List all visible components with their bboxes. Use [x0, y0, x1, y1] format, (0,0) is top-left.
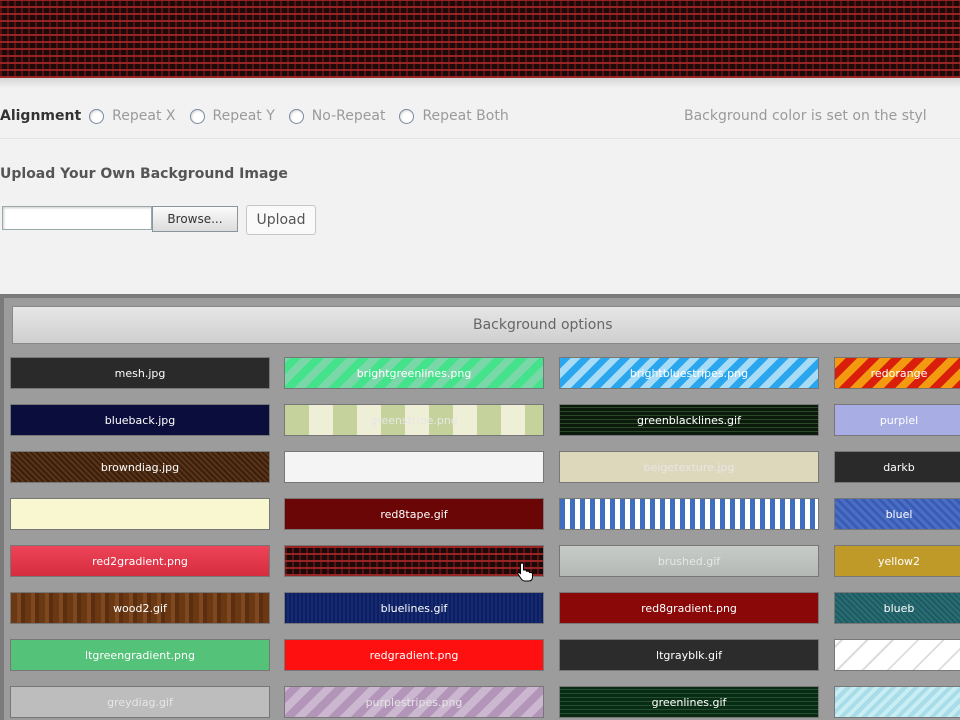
swatch-label: redgradient.png	[369, 648, 459, 662]
upload-title: Upload Your Own Background Image	[0, 166, 288, 182]
swatch-label: ltgreengradient.png	[85, 648, 195, 662]
radio-repeat-x[interactable]: Repeat X	[89, 108, 176, 124]
swatch-label: brightgreenlines.png	[356, 366, 472, 380]
radio-repeat-both[interactable]: Repeat Both	[399, 108, 509, 124]
background-swatch[interactable]: ltgreengradient.png	[10, 639, 270, 671]
background-swatch[interactable]: red2gradient.png	[10, 545, 270, 577]
background-swatch[interactable]: yellow2	[834, 545, 960, 577]
background-swatch[interactable]: blueback.jpg	[10, 404, 270, 436]
background-swatch[interactable]: greenblacklines.gif	[559, 404, 819, 436]
background-swatch[interactable]: greydiag.gif	[10, 686, 270, 718]
background-swatch[interactable]	[559, 498, 819, 530]
background-swatch[interactable]: brightbluestripes.png	[559, 357, 819, 389]
swatch-label: greenstripe.png	[370, 413, 458, 427]
background-swatch[interactable]: wood2.gif	[10, 592, 270, 624]
browse-button[interactable]: Browse...	[152, 206, 238, 232]
radio-no-repeat[interactable]: No-Repeat	[288, 108, 386, 124]
background-swatch[interactable]	[10, 498, 270, 530]
swatch-label: yellow2	[877, 554, 921, 568]
radio-label: No-Repeat	[311, 108, 386, 124]
background-swatch[interactable]: mesh.jpg	[10, 357, 270, 389]
swatch-label: ltgrayblk.gif	[656, 648, 722, 662]
radio-label: Repeat X	[112, 108, 176, 124]
background-swatch[interactable]: bluelines.gif	[284, 592, 544, 624]
background-swatch[interactable]: blueb	[834, 592, 960, 624]
swatch-label: mesh.jpg	[114, 366, 166, 380]
swatch-label: greenlines.gif	[651, 695, 727, 709]
banner-shadow	[0, 78, 960, 88]
background-swatch[interactable]: greenstripe.png	[284, 404, 544, 436]
swatch-label: wood2.gif	[113, 601, 167, 615]
swatch-label: darkb	[883, 460, 915, 474]
alignment-row: Alignment Repeat X Repeat Y No-Repeat Re…	[0, 98, 960, 134]
swatch-label: redorange	[870, 366, 928, 380]
panel-title: Background options	[12, 306, 960, 344]
swatch-label: browndiag.jpg	[100, 460, 180, 474]
swatch-label: greydiag.gif	[107, 695, 173, 709]
background-swatch[interactable]	[284, 451, 544, 483]
radio-repeat-y[interactable]: Repeat Y	[189, 108, 275, 124]
background-swatch[interactable]: darkb	[834, 451, 960, 483]
divider	[0, 138, 960, 139]
hand-cursor-icon	[517, 562, 533, 582]
swatch-label: brightbluestripes.png	[629, 366, 749, 380]
background-swatch[interactable]: red8tape.gif	[284, 498, 544, 530]
background-swatch[interactable]: browndiag.jpg	[10, 451, 270, 483]
radio-circle-icon[interactable]	[189, 108, 205, 124]
upload-button[interactable]: Upload	[246, 205, 316, 235]
radio-circle-icon[interactable]	[89, 108, 105, 124]
swatch-label: greenblacklines.gif	[637, 413, 741, 427]
background-color-note: Background color is set on the styl	[684, 108, 927, 124]
file-path-input[interactable]	[2, 206, 152, 230]
swatch-label: purplel	[879, 413, 919, 427]
background-swatch[interactable]	[834, 639, 960, 671]
swatch-label: beigetexture.jpg	[643, 460, 735, 474]
radio-circle-icon[interactable]	[399, 108, 415, 124]
background-swatch[interactable]: greenlines.gif	[559, 686, 819, 718]
background-swatch[interactable]	[834, 686, 960, 718]
swatch-label: bluelines.gif	[380, 601, 448, 615]
panel-title-text: Background options	[473, 317, 613, 333]
background-swatch[interactable]: brightgreenlines.png	[284, 357, 544, 389]
swatch-label: red8tape.gif	[380, 507, 448, 521]
background-preview-banner	[0, 0, 960, 78]
swatch-label: brushed.gif	[657, 554, 721, 568]
swatch-label: bluel	[885, 507, 913, 521]
background-swatch[interactable]: beigetexture.jpg	[559, 451, 819, 483]
background-swatch[interactable]: redgradient.png	[284, 639, 544, 671]
swatch-label: purplestripes.png	[365, 695, 463, 709]
swatch-label: blueb	[883, 601, 915, 615]
background-swatch[interactable]: bluel	[834, 498, 960, 530]
background-swatch[interactable]	[284, 545, 544, 577]
radio-label: Repeat Both	[422, 108, 509, 124]
background-swatch[interactable]: red8gradient.png	[559, 592, 819, 624]
background-swatch[interactable]: redorange	[834, 357, 960, 389]
background-swatch[interactable]: ltgrayblk.gif	[559, 639, 819, 671]
background-swatch[interactable]: purplestripes.png	[284, 686, 544, 718]
alignment-label: Alignment	[0, 108, 82, 124]
radio-label: Repeat Y	[212, 108, 275, 124]
swatch-label: red8gradient.png	[641, 601, 737, 615]
radio-circle-icon[interactable]	[288, 108, 304, 124]
background-swatch[interactable]: brushed.gif	[559, 545, 819, 577]
swatch-label: red2gradient.png	[92, 554, 188, 568]
background-swatch[interactable]: purplel	[834, 404, 960, 436]
swatch-label: blueback.jpg	[104, 413, 176, 427]
